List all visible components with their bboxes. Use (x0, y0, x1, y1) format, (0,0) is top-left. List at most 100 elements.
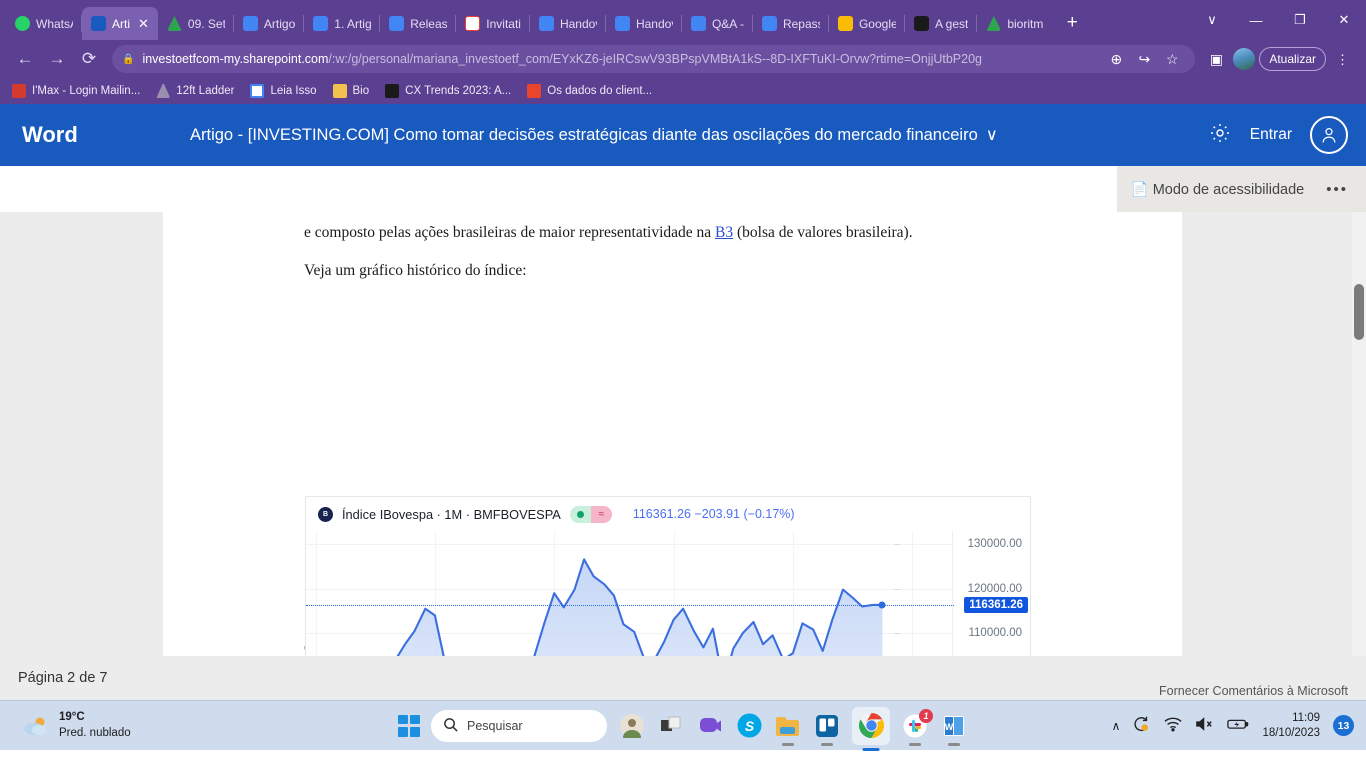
chart-plot-area[interactable]: [B]3 BRASILBOLSABALCÃO 130000.00120000.0… (306, 531, 1030, 656)
folder-icon (332, 84, 347, 98)
chart-header: B Índice IBovespa · 1M · BMFBOVESPA ≈ 11… (306, 497, 1030, 531)
forward-icon[interactable]: → (42, 44, 72, 74)
gmail-icon (465, 16, 481, 31)
browser-tab[interactable]: 1. Artig (304, 7, 381, 40)
svg-text:W: W (945, 722, 954, 732)
notification-center-badge[interactable]: 13 (1333, 715, 1354, 736)
profile-avatar[interactable] (1233, 48, 1256, 70)
svg-text:S: S (744, 718, 754, 734)
weather-widget[interactable]: 19°C Pred. nublado (0, 710, 131, 741)
bookmark-star-icon[interactable]: ☆ (1159, 46, 1185, 72)
slack-icon[interactable]: 1 (901, 708, 933, 746)
browser-tab[interactable]: Release (380, 7, 457, 40)
share-icon[interactable]: ↪ (1131, 46, 1157, 72)
google-docs-icon (614, 16, 630, 31)
browser-tab[interactable]: 09. Set (158, 7, 234, 40)
browser-tab[interactable]: Artigo (234, 7, 305, 40)
tab-label: A gest (934, 16, 969, 31)
tab-label: Handov (635, 16, 673, 31)
tradingview-chart[interactable]: B Índice IBovespa · 1M · BMFBOVESPA ≈ 11… (305, 496, 1031, 656)
bookmark-label: Bio (352, 85, 370, 97)
document-title[interactable]: Artigo - [INVESTING.COM] Como tomar deci… (190, 125, 998, 145)
browser-tab[interactable]: Q&A - (682, 7, 753, 40)
reload-icon[interactable]: ⟳ (74, 44, 104, 74)
bookmarks-bar: I'Max - Login Mailin... 12ft Ladder Leia… (0, 78, 1366, 104)
wifi-icon[interactable] (1164, 716, 1182, 735)
google-docs-icon (761, 16, 777, 31)
chart-change-percent: (−0.17%) (743, 507, 795, 521)
browser-tab[interactable]: Handov (530, 7, 606, 40)
tab-search-icon[interactable]: ∨ (1190, 1, 1234, 39)
browser-tab[interactable]: Invitati (456, 7, 530, 40)
browser-tab[interactable]: bioritm (977, 7, 1052, 40)
update-button[interactable]: Atualizar (1259, 47, 1326, 71)
close-icon[interactable]: ✕ (138, 17, 149, 30)
bookmark-item[interactable]: Os dados do client... (527, 84, 652, 98)
browser-tab[interactable]: Google (829, 7, 905, 40)
zoom-icon[interactable]: ⊕ (1103, 46, 1129, 72)
browser-menu-icon[interactable]: ⋮ (1330, 53, 1356, 66)
browser-tab[interactable]: Handov (606, 7, 682, 40)
scrollbar-thumb[interactable] (1354, 284, 1364, 340)
b3-link[interactable]: B3 (715, 224, 733, 241)
minimize-button[interactable]: — (1234, 1, 1278, 39)
search-input[interactable]: Pesquisar (431, 709, 607, 742)
word-logo[interactable]: Word (0, 122, 190, 148)
new-tab-button[interactable]: + (1058, 9, 1086, 37)
bookmark-item[interactable]: Bio (332, 84, 370, 98)
teams-icon[interactable] (696, 712, 724, 740)
bookmark-item[interactable]: CX Trends 2023: A... (385, 84, 511, 98)
clock-date: 18/10/2023 (1262, 726, 1320, 739)
sign-in-button[interactable]: Entrar (1250, 126, 1292, 144)
chart-change: −203.91 (694, 507, 741, 521)
running-indicator (909, 742, 921, 746)
tab-label: Q&A - (711, 16, 744, 31)
google-drive-icon (166, 16, 182, 31)
clock[interactable]: 11:09 18/10/2023 (1262, 711, 1320, 741)
word-icon (91, 16, 106, 31)
document-scrollbar[interactable] (1352, 212, 1366, 656)
split-screen-icon[interactable]: ▣ (1203, 46, 1229, 72)
weather-temp: 19°C (59, 710, 85, 723)
weather-desc: Pred. nublado (59, 726, 131, 739)
user-avatar-icon[interactable] (618, 712, 646, 740)
skype-icon[interactable]: S (735, 712, 763, 740)
chart-y-axis[interactable]: 130000.00120000.00110000.00100000.009000… (893, 531, 1030, 656)
market-delayed-indicator: ≈ (590, 505, 612, 523)
browser-tab[interactable]: WhatsA (6, 7, 82, 40)
volume-muted-icon[interactable] (1195, 716, 1214, 735)
tray-chevron-icon[interactable]: ∧ (1112, 719, 1121, 733)
google-docs-icon (690, 16, 706, 31)
start-button-icon[interactable] (398, 714, 420, 737)
gear-icon[interactable] (1208, 121, 1232, 150)
trello-icon[interactable] (813, 712, 841, 746)
bookmark-item[interactable]: I'Max - Login Mailin... (12, 84, 140, 98)
file-explorer-icon[interactable] (774, 712, 802, 746)
avatar[interactable] (1310, 116, 1348, 154)
maximize-button[interactable]: ❐ (1278, 1, 1322, 39)
imax-icon (12, 84, 26, 98)
battery-icon[interactable] (1227, 717, 1249, 734)
close-window-button[interactable]: ✕ (1322, 1, 1366, 39)
browser-tab-active[interactable]: Arti ✕ (82, 7, 158, 40)
task-view-icon[interactable] (657, 712, 685, 740)
browser-tab[interactable]: A gest (905, 7, 978, 40)
bookmark-item[interactable]: 12ft Ladder (156, 84, 234, 98)
bookmark-item[interactable]: Leia Isso (250, 84, 317, 98)
running-indicator (862, 747, 880, 751)
cloud-sun-icon (22, 715, 50, 737)
accessibility-mode-button[interactable]: 📄 Modo de acessibilidade (1131, 181, 1305, 198)
word-icon[interactable]: W (940, 712, 968, 746)
browser-tab[interactable]: Repass (753, 7, 829, 40)
back-icon[interactable]: ← (10, 44, 40, 74)
feedback-link[interactable]: Fornecer Comentários à Microsoft (1159, 684, 1348, 698)
search-icon (443, 717, 458, 735)
google-drive-icon (986, 16, 1002, 31)
chevron-down-icon[interactable]: ∨ (986, 125, 998, 145)
address-bar[interactable]: 🔒 investoetfcom-my.sharepoint.com/:w:/g/… (112, 45, 1196, 73)
more-options-icon[interactable]: ••• (1326, 181, 1348, 198)
chrome-icon[interactable] (852, 706, 890, 751)
b3-symbol-icon: B (318, 506, 333, 522)
sync-icon[interactable] (1133, 715, 1151, 736)
running-indicator (821, 742, 833, 746)
